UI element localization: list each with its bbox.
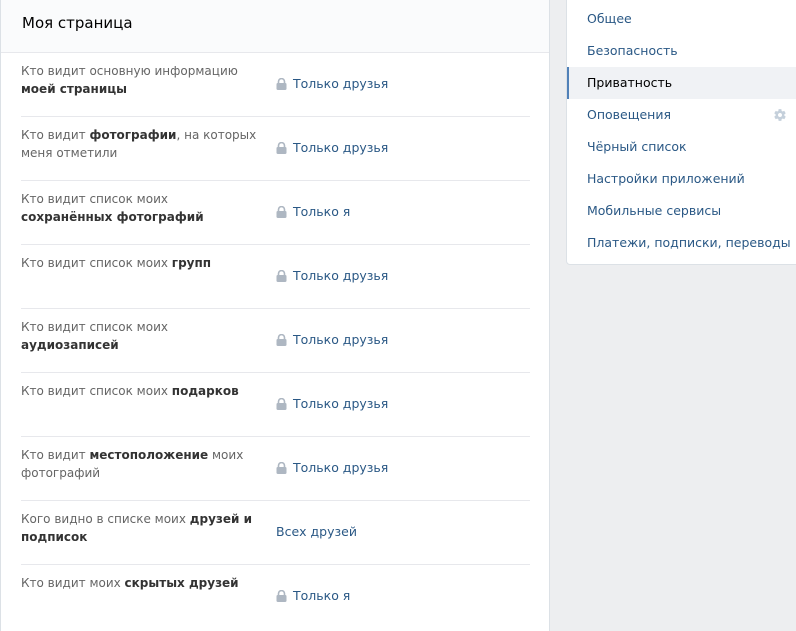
lock-icon bbox=[276, 462, 287, 474]
privacy-row-friends-list: Кого видно в списке моих друзей и подпис… bbox=[21, 501, 530, 565]
privacy-row-tagged-photos: Кто видит фотографии, на которых меня от… bbox=[21, 117, 530, 181]
privacy-value-dropdown[interactable]: Всех друзей bbox=[276, 523, 357, 541]
menu-item-app-settings[interactable]: Настройки приложений bbox=[567, 163, 796, 195]
privacy-value-dropdown[interactable]: Только я bbox=[276, 203, 350, 221]
privacy-value: Только я bbox=[293, 204, 351, 219]
settings-menu: Общее Безопасность Приватность Оповещени… bbox=[566, 0, 796, 265]
page-title: Моя страница bbox=[22, 14, 133, 32]
privacy-row-main-info: Кто видит основную информацию моей стран… bbox=[21, 53, 530, 117]
lock-icon bbox=[276, 206, 287, 218]
row-label: Кто видит список моих подарков bbox=[21, 384, 239, 398]
row-label: Кто видит фотографии, на которых меня от… bbox=[21, 128, 257, 160]
privacy-value-dropdown[interactable]: Только я bbox=[276, 587, 350, 605]
privacy-value: Только друзья bbox=[293, 396, 389, 411]
row-label: Кто видит основную информацию моей стран… bbox=[21, 64, 238, 96]
menu-item-security[interactable]: Безопасность bbox=[567, 35, 796, 67]
privacy-value: Только друзья bbox=[293, 268, 389, 283]
lock-icon bbox=[276, 590, 287, 602]
panel-header: Моя страница bbox=[1, 0, 549, 53]
privacy-value: Только я bbox=[293, 588, 351, 603]
lock-icon bbox=[276, 78, 287, 90]
privacy-value-dropdown[interactable]: Только друзья bbox=[276, 331, 388, 349]
lock-icon bbox=[276, 270, 287, 282]
privacy-value-dropdown[interactable]: Только друзья bbox=[276, 139, 388, 157]
gear-icon[interactable] bbox=[773, 108, 787, 122]
row-label: Кто видит список моих сохранённых фотогр… bbox=[21, 192, 204, 224]
privacy-value-dropdown[interactable]: Только друзья bbox=[276, 75, 388, 93]
privacy-value: Всех друзей bbox=[276, 524, 357, 539]
menu-item-payments[interactable]: Платежи, подписки, переводы bbox=[567, 227, 796, 259]
row-label: Кто видит моих скрытых друзей bbox=[21, 576, 239, 590]
privacy-value: Только друзья bbox=[293, 76, 389, 91]
privacy-row-location: Кто видит местоположение моих фотографий… bbox=[21, 437, 530, 501]
privacy-panel: Моя страница Кто видит основную информац… bbox=[0, 0, 550, 631]
menu-item-general[interactable]: Общее bbox=[567, 3, 796, 35]
privacy-rows: Кто видит основную информацию моей стран… bbox=[1, 53, 549, 629]
privacy-value-dropdown[interactable]: Только друзья bbox=[276, 459, 388, 477]
row-label: Кто видит список моих аудиозаписей bbox=[21, 320, 168, 352]
menu-item-privacy[interactable]: Приватность bbox=[567, 67, 796, 99]
privacy-row-audio: Кто видит список моих аудиозаписей Тольк… bbox=[21, 309, 530, 373]
privacy-row-groups: Кто видит список моих групп Только друзь… bbox=[21, 245, 530, 309]
privacy-row-gifts: Кто видит список моих подарков Только др… bbox=[21, 373, 530, 437]
menu-item-blacklist[interactable]: Чёрный список bbox=[567, 131, 796, 163]
privacy-value-dropdown[interactable]: Только друзья bbox=[276, 395, 388, 413]
lock-icon bbox=[276, 334, 287, 346]
privacy-row-hidden-friends: Кто видит моих скрытых друзей Только я bbox=[21, 565, 530, 629]
lock-icon bbox=[276, 142, 287, 154]
privacy-row-saved-photos: Кто видит список моих сохранённых фотогр… bbox=[21, 181, 530, 245]
row-label: Кто видит список моих групп bbox=[21, 256, 212, 270]
menu-item-notifications[interactable]: Оповещения bbox=[567, 99, 796, 131]
row-label: Кто видит местоположение моих фотографий bbox=[21, 448, 244, 480]
privacy-value: Только друзья bbox=[293, 140, 389, 155]
privacy-value: Только друзья bbox=[293, 460, 389, 475]
menu-item-label: Оповещения bbox=[587, 107, 671, 122]
menu-item-mobile-services[interactable]: Мобильные сервисы bbox=[567, 195, 796, 227]
settings-page: Моя страница Кто видит основную информац… bbox=[0, 0, 796, 631]
privacy-value-dropdown[interactable]: Только друзья bbox=[276, 267, 388, 285]
row-label: Кого видно в списке моих друзей и подпис… bbox=[21, 512, 252, 544]
privacy-value: Только друзья bbox=[293, 332, 389, 347]
lock-icon bbox=[276, 398, 287, 410]
